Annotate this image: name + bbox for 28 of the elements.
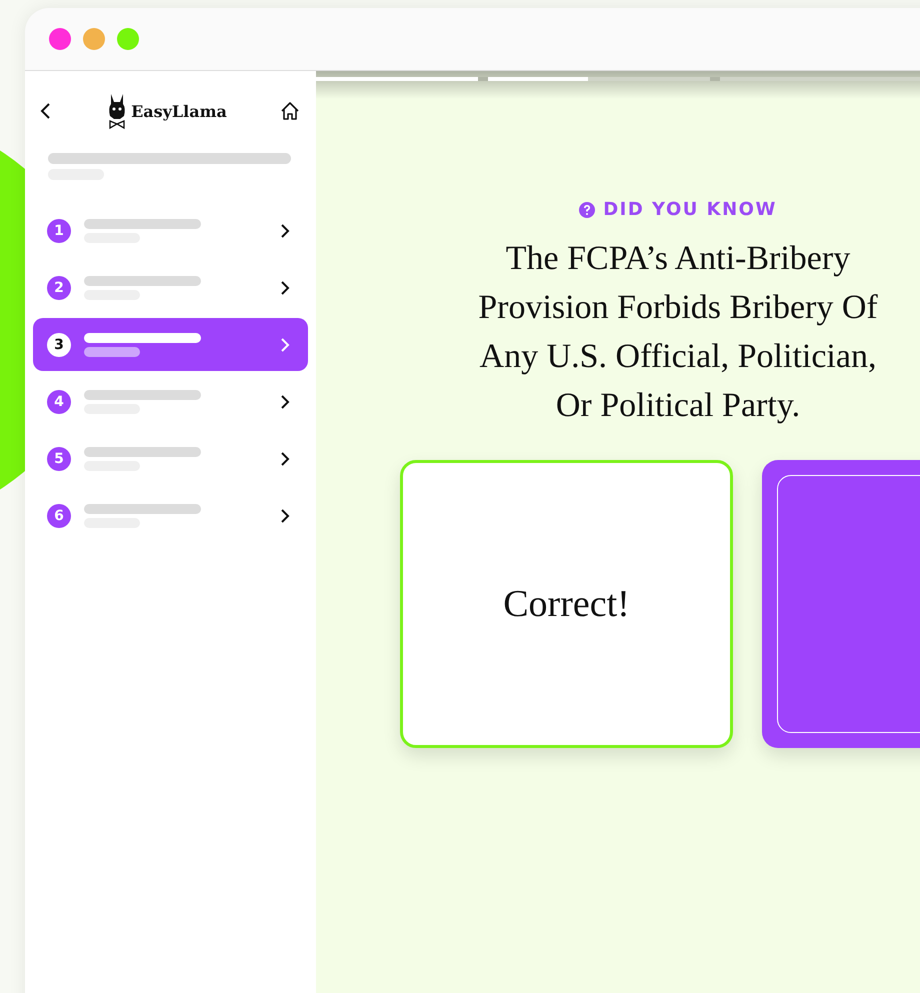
chevron-right-icon (280, 394, 290, 410)
lesson-item[interactable]: 1 (33, 204, 308, 257)
window-control[interactable] (49, 28, 71, 50)
logo-text: EasyLlama (131, 102, 227, 120)
answer-card[interactable]: Correct! (400, 460, 733, 748)
lesson-number: 4 (47, 390, 71, 414)
chevron-right-icon (280, 508, 290, 524)
lesson-item[interactable]: 3 (33, 318, 308, 371)
answer-text: Correct! (503, 582, 630, 626)
window-control[interactable] (83, 28, 105, 50)
lesson-number: 3 (47, 332, 71, 356)
lesson-number: 6 (47, 504, 71, 528)
section-label: DID YOU KNOW (603, 199, 777, 220)
lesson-number: 1 (47, 218, 71, 242)
chevron-right-icon (280, 336, 290, 352)
question-icon (579, 202, 596, 218)
chevron-right-icon (280, 450, 290, 466)
lesson-item[interactable]: 6 (33, 489, 308, 542)
home-icon[interactable] (280, 101, 300, 121)
lesson-item[interactable]: 5 (33, 432, 308, 485)
text-placeholder (84, 346, 140, 356)
lesson-item[interactable]: 4 (33, 375, 308, 428)
chevron-right-icon (280, 222, 290, 238)
lesson-item[interactable]: 2 (33, 261, 308, 314)
lesson-number: 5 (47, 446, 71, 470)
lesson-number: 2 (47, 276, 71, 300)
fact-statement: The FCPA’s Anti-Bribery Provision Forbids Bribery Of Any U.S. Official, Politician, Or Political Party. (477, 239, 879, 426)
chevron-right-icon (280, 280, 290, 296)
